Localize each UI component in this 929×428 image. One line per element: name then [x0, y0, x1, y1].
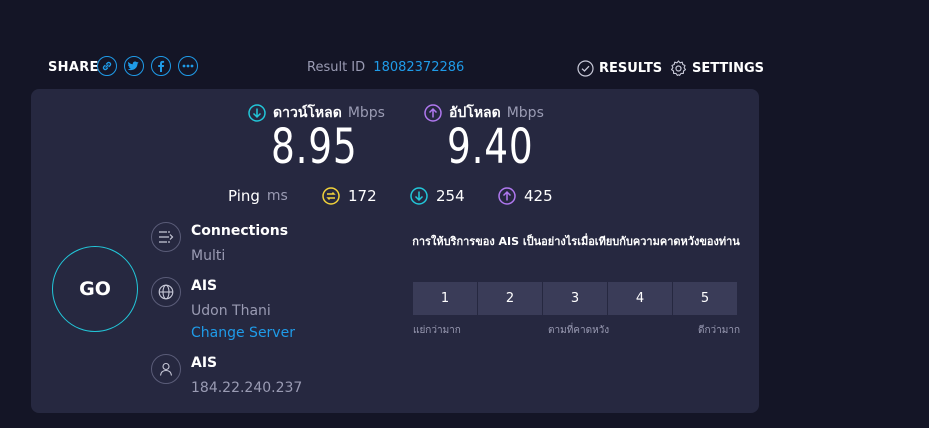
server-title: AIS	[191, 278, 218, 294]
ping-download: 254	[410, 187, 465, 205]
share-label: SHARE	[48, 60, 99, 75]
download-speed: 8.95	[271, 119, 358, 175]
ping-label: Ping	[228, 187, 260, 205]
ping-label-group: Ping ms	[228, 187, 288, 205]
top-bar: SHARE Result ID 18082372286 RESULTS SETT…	[0, 0, 929, 90]
rating-button-1[interactable]: 1	[413, 282, 477, 315]
ping-idle: 172	[322, 187, 377, 205]
gear-icon	[670, 60, 687, 76]
provider-title: AIS	[191, 355, 218, 371]
scale-high-label: ดีกว่ามาก	[698, 325, 741, 336]
rating-button-3[interactable]: 3	[543, 282, 607, 315]
twitter-icon[interactable]	[124, 56, 144, 76]
results-label: RESULTS	[599, 61, 663, 76]
result-id-link[interactable]: 18082372286	[373, 60, 464, 75]
results-button[interactable]: RESULTS	[577, 60, 662, 77]
globe-icon	[151, 277, 181, 307]
download-arrow-icon	[410, 187, 428, 205]
provider-ip: 184.22.240.237	[191, 380, 303, 396]
survey-question: การให้บริการของ AIS เป็นอย่างไรเมื่อเทีย…	[412, 235, 740, 248]
result-id-label: Result ID	[307, 60, 366, 75]
rating-button-2[interactable]: 2	[478, 282, 542, 315]
ping-unit: ms	[266, 188, 288, 204]
download-arrow-icon	[248, 104, 266, 122]
upload-arrow-icon	[424, 104, 442, 122]
rating-row: 1 2 3 4 5	[413, 282, 738, 315]
ping-upload-value: 425	[524, 187, 553, 205]
ping-row: Ping ms 172 254 425	[31, 187, 759, 207]
more-icon[interactable]	[178, 56, 198, 76]
speedtest-panel: ดาวน์โหลด Mbps 8.95 อัปโหลด Mbps 9.40 Pi…	[31, 89, 759, 413]
ping-idle-value: 172	[348, 187, 377, 205]
link-icon[interactable]	[97, 56, 117, 76]
upload-speed: 9.40	[447, 119, 534, 175]
settings-button[interactable]: SETTINGS	[670, 60, 764, 77]
rating-button-4[interactable]: 4	[608, 282, 672, 315]
facebook-icon[interactable]	[151, 56, 171, 76]
ping-download-value: 254	[436, 187, 465, 205]
connections-value[interactable]: Multi	[191, 248, 225, 264]
upload-arrow-icon	[498, 187, 516, 205]
settings-label: SETTINGS	[692, 61, 765, 76]
ping-upload: 425	[498, 187, 553, 205]
ping-idle-icon	[322, 187, 340, 205]
connections-title: Connections	[191, 223, 289, 239]
server-location: Udon Thani	[191, 303, 271, 319]
person-icon	[151, 354, 181, 384]
go-button[interactable]: GO	[52, 246, 138, 332]
scale-low-label: แย่กว่ามาก	[413, 325, 461, 336]
scale-mid-label: ตามที่คาดหวัง	[548, 325, 610, 336]
change-server-link[interactable]: Change Server	[191, 325, 295, 341]
rating-button-5[interactable]: 5	[673, 282, 737, 315]
check-circle-icon	[577, 60, 594, 77]
result-id: Result ID 18082372286	[307, 60, 464, 75]
connections-icon	[151, 222, 181, 252]
